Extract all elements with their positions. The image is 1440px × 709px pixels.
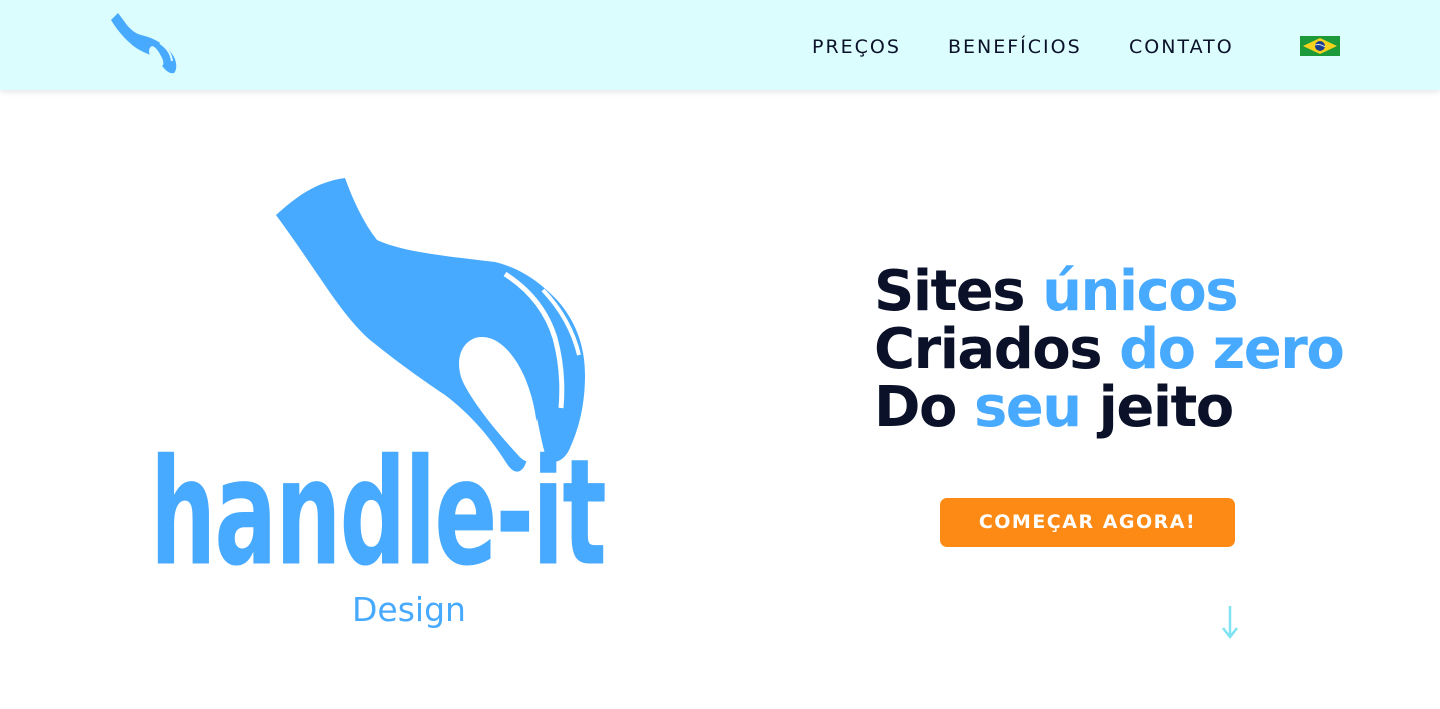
hero-headline: Sites únicos Criados do zero Do seu jeit…: [874, 263, 1345, 437]
hand-logo-icon[interactable]: [108, 10, 180, 78]
headline-accent: seu: [973, 375, 1082, 440]
brazil-flag-icon[interactable]: [1300, 36, 1340, 56]
headline-accent: únicos: [1042, 259, 1238, 324]
nav-link-contato[interactable]: CONTATO: [1129, 35, 1234, 59]
headline-text: Sites: [874, 259, 1043, 324]
headline-text: Do: [874, 375, 974, 440]
headline-line-3: Do seu jeito: [874, 379, 1343, 437]
headline-line-2: Criados do zero: [874, 321, 1345, 379]
nav-link-beneficios[interactable]: BENEFÍCIOS: [948, 35, 1082, 59]
start-now-button[interactable]: COMEÇAR AGORA!: [940, 498, 1235, 547]
nav-link-precos[interactable]: PREÇOS: [812, 35, 901, 59]
top-navbar: PREÇOS BENEFÍCIOS CONTATO: [0, 0, 1440, 90]
headline-line-1: Sites únicos: [874, 263, 1343, 321]
headline-text: Criados: [874, 317, 1120, 382]
headline-text: jeito: [1080, 375, 1235, 440]
headline-accent: do zero: [1119, 317, 1345, 382]
brand-subtitle: Design: [352, 590, 466, 629]
brand-wordmark: handle-it: [150, 428, 607, 599]
arrow-down-icon[interactable]: [1217, 603, 1243, 641]
